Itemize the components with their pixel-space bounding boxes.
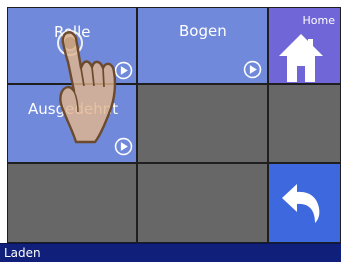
tile-home[interactable]: Home bbox=[268, 7, 341, 84]
tile-empty-r2c2 bbox=[137, 84, 268, 163]
tile-empty-r2c3 bbox=[268, 84, 341, 163]
touch-menu-screen: Rolle Bogen Home Ausgedehnt Laden bbox=[0, 0, 341, 262]
tile-empty-r3c2 bbox=[137, 163, 268, 243]
tile-label-ausgedehnt: Ausgedehnt bbox=[28, 100, 118, 118]
back-arrow-icon bbox=[282, 184, 320, 223]
menu-grid: Rolle Bogen Home Ausgedehnt bbox=[7, 7, 341, 243]
tile-ausgedehnt[interactable]: Ausgedehnt bbox=[7, 84, 137, 163]
play-circle-icon bbox=[114, 137, 133, 156]
play-circle-icon bbox=[243, 60, 262, 79]
tile-empty-r3c1 bbox=[7, 163, 137, 243]
tile-label-home: Home bbox=[302, 14, 335, 27]
tile-label-rolle: Rolle bbox=[54, 23, 91, 41]
status-bar: Laden bbox=[0, 243, 341, 262]
play-circle-icon bbox=[114, 61, 133, 80]
status-text: Laden bbox=[4, 246, 41, 260]
tile-back[interactable] bbox=[268, 163, 341, 243]
tile-label-bogen: Bogen bbox=[179, 22, 227, 40]
tile-bogen[interactable]: Bogen bbox=[137, 7, 268, 84]
home-icon bbox=[279, 34, 323, 82]
tile-rolle[interactable]: Rolle bbox=[7, 7, 137, 84]
